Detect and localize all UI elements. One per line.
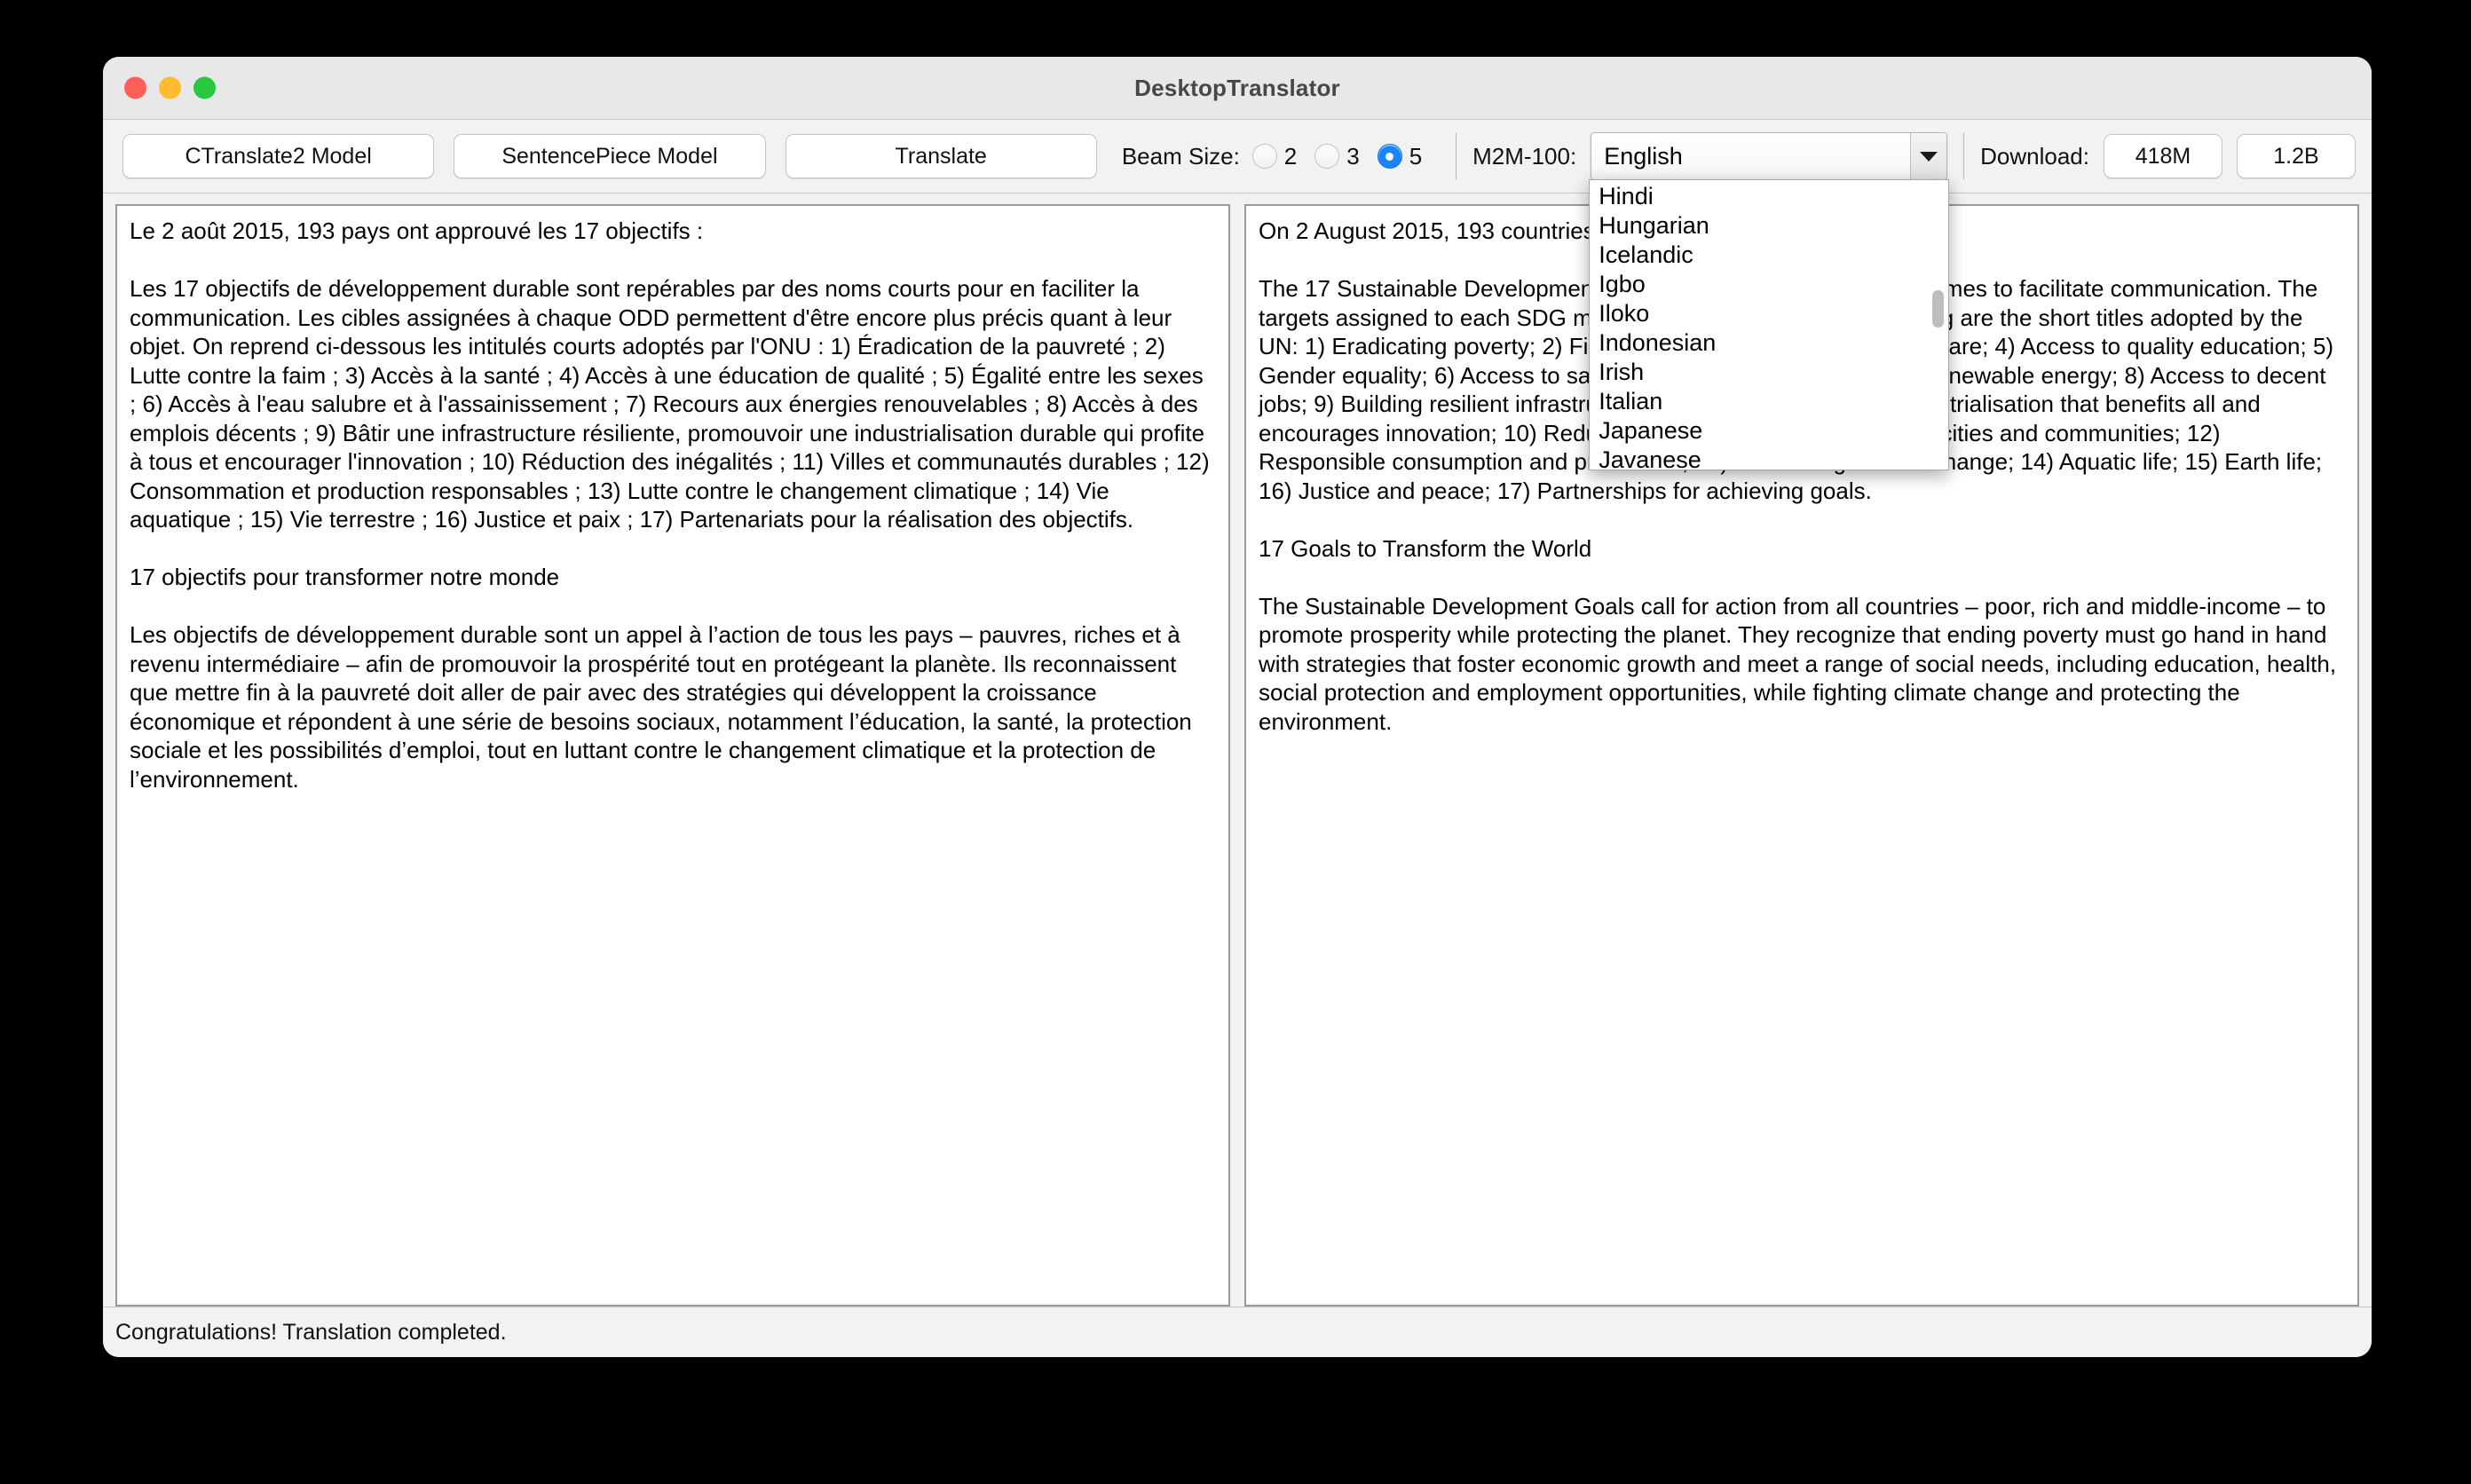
sentencepiece-model-button[interactable]: SentencePiece Model (454, 134, 766, 178)
beam-size-option-5[interactable]: 5 (1377, 142, 1434, 170)
language-combobox-wrapper: English Hindi Hungarian Icelandic Igbo Iloko… (1589, 132, 1950, 470)
dropdown-item[interactable]: Javanese (1590, 446, 1948, 470)
status-bar: Congratulations! Translation completed. (103, 1306, 2372, 1357)
language-combobox[interactable]: English (1591, 132, 1948, 180)
chevron-down-icon (1920, 151, 1938, 162)
radio-icon-3[interactable] (1314, 144, 1340, 169)
combobox-arrow-button[interactable] (1910, 133, 1947, 179)
main-content: Le 2 août 2015, 193 pays ont approuvé le… (103, 193, 2372, 1306)
window-title: DesktopTranslator (1134, 74, 1340, 101)
dropdown-item[interactable]: Irish (1590, 358, 1948, 387)
language-combobox-value: English (1604, 142, 1683, 170)
title-bar: DesktopTranslator (103, 57, 2372, 120)
download-label: Download: (1980, 142, 2089, 170)
beam-size-option-2-label: 2 (1283, 142, 1298, 170)
m2m-100-label: M2M-100: (1472, 142, 1577, 170)
dropdown-item[interactable]: Hindi (1590, 182, 1948, 211)
language-dropdown-popup[interactable]: Hindi Hungarian Icelandic Igbo Iloko Indonesi… (1589, 179, 1950, 470)
translate-button[interactable]: Translate (785, 134, 1097, 178)
dropdown-item[interactable]: Igbo (1590, 270, 1948, 299)
beam-size-option-3-label: 3 (1346, 142, 1360, 170)
toolbar-divider-2 (1963, 133, 1965, 179)
beam-size-option-5-label: 5 (1409, 142, 1423, 170)
language-dropdown-list: Hindi Hungarian Icelandic Igbo Iloko Indonesi… (1590, 180, 1948, 470)
dropdown-item[interactable]: Iloko (1590, 299, 1948, 328)
dropdown-item[interactable]: Indonesian (1590, 328, 1948, 358)
dropdown-scrollbar-thumb[interactable] (1932, 290, 1945, 328)
dropdown-item[interactable]: Italian (1590, 387, 1948, 416)
dropdown-item[interactable]: Japanese (1590, 416, 1948, 446)
download-1-2b-button[interactable]: 1.2B (2236, 134, 2356, 178)
dropdown-item[interactable]: Hungarian (1590, 211, 1948, 241)
download-418m-button[interactable]: 418M (2103, 134, 2222, 178)
dropdown-item[interactable]: Icelandic (1590, 241, 1948, 270)
toolbar-divider-1 (1456, 133, 1457, 179)
radio-icon-2[interactable] (1251, 144, 1277, 169)
ctranslate2-model-button[interactable]: CTranslate2 Model (122, 134, 435, 178)
toolbar: CTranslate2 Model SentencePiece Model Tr… (103, 120, 2372, 470)
beam-size-option-3[interactable]: 3 (1314, 143, 1371, 170)
beam-size-radio-group: 2 3 5 (1251, 142, 1440, 170)
beam-size-label: Beam Size: (1121, 142, 1240, 170)
application-window: DesktopTranslator CTranslate2 Model Sent… (103, 57, 2372, 1357)
beam-size-option-2[interactable]: 2 (1251, 142, 1309, 170)
source-text-content[interactable]: Le 2 août 2015, 193 pays ont approuvé le… (117, 206, 1228, 804)
source-text-panel[interactable]: Le 2 août 2015, 193 pays ont approuvé le… (115, 204, 1230, 1306)
status-message: Congratulations! Translation completed. (115, 1319, 507, 1345)
dropdown-scrollbar[interactable] (1930, 184, 1946, 466)
radio-icon-5-selected[interactable] (1377, 144, 1402, 169)
